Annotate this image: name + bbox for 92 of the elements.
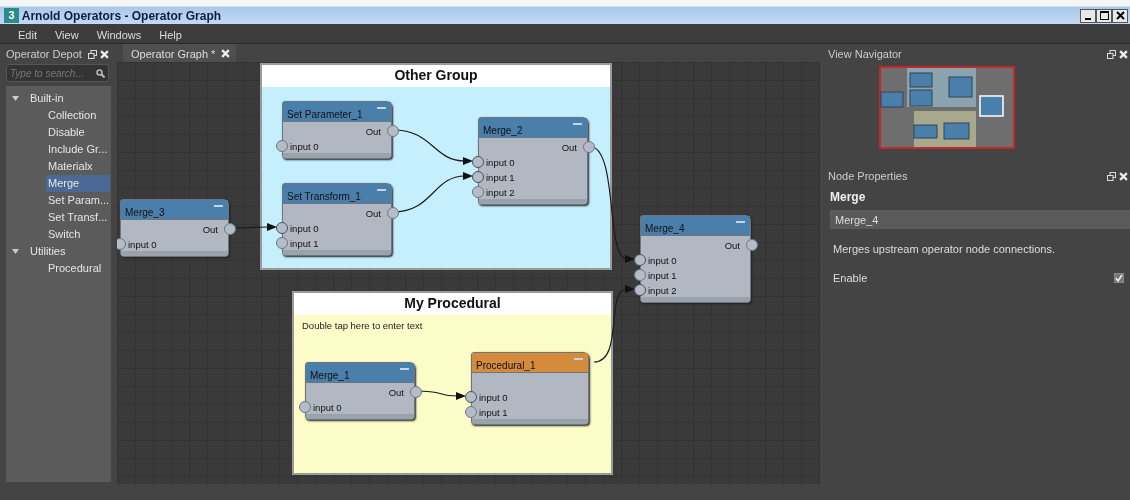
maximize-button[interactable] (1096, 8, 1112, 23)
close-icon[interactable] (100, 50, 109, 59)
float-icon[interactable] (1107, 50, 1117, 59)
close-icon[interactable] (221, 49, 231, 58)
navigator-drawing[interactable] (879, 66, 1015, 150)
panel-title: Node Properties (828, 169, 908, 185)
node-title: Set Transform_1 (287, 191, 361, 202)
output-label: Out (365, 207, 381, 221)
minimize-icon (1085, 17, 1091, 20)
menu-item[interactable]: Windows (88, 24, 152, 43)
tree-item[interactable]: Merge (46, 175, 110, 192)
window-title: Arnold Operators - Operator Graph (21, 7, 222, 25)
node-title: Merge_4 (645, 223, 685, 234)
tree-item[interactable]: Materialx (46, 158, 110, 175)
input-label: input 0 (648, 254, 677, 268)
tree-item[interactable]: Set Param... (46, 192, 110, 209)
graph-tab[interactable]: Operator Graph * (123, 44, 237, 62)
tree-item[interactable]: Procedural (46, 260, 110, 277)
input-label: input 0 (486, 156, 515, 170)
input-label: input 2 (486, 186, 515, 200)
output-label: Out (202, 223, 218, 237)
graph-node[interactable]: Merge_2 Out input 0 input 1 input 2 (478, 117, 588, 205)
node-title: Merge_3 (125, 207, 165, 218)
resize-grip[interactable] (641, 297, 750, 302)
app-icon: 3 (4, 8, 19, 23)
node-title: Set Parameter_1 (287, 109, 363, 120)
float-icon[interactable] (1107, 172, 1117, 181)
resize-grip[interactable] (472, 419, 588, 424)
close-icon (1115, 11, 1125, 20)
input-port[interactable] (634, 269, 646, 281)
input-label: input 0 (313, 401, 342, 415)
output-label: Out (724, 239, 740, 253)
tree-item[interactable]: Utilities (28, 243, 68, 260)
graph-node[interactable]: Procedural_1 input 0 input 1 (471, 352, 589, 425)
node-title: Merge_1 (310, 370, 350, 381)
input-label: input 1 (290, 237, 319, 251)
resize-grip[interactable] (479, 199, 587, 204)
group-note[interactable]: Double tap here to enter text (294, 315, 431, 338)
output-label: Out (365, 125, 381, 139)
tree-item[interactable]: Set Transf... (46, 209, 110, 226)
input-label: input 2 (648, 284, 677, 298)
resize-grip[interactable] (283, 250, 391, 255)
group-title[interactable]: My Procedural (294, 293, 611, 315)
input-port[interactable] (634, 284, 646, 296)
close-icon[interactable] (1119, 172, 1128, 181)
graph-node[interactable]: Merge_3 Out input 0 (120, 199, 229, 257)
minimize-button[interactable] (1080, 8, 1096, 23)
input-port[interactable] (634, 254, 646, 266)
input-port[interactable] (117, 238, 126, 250)
name-field[interactable]: Merge_4 (830, 210, 1130, 229)
graph-node[interactable]: Merge_1 Out input 0 (305, 362, 415, 420)
graph-node[interactable]: Set Parameter_1 Out input 0 (282, 101, 392, 159)
param-label: Enable (833, 270, 868, 286)
graph-node[interactable]: Set Transform_1 Out input 0 input 1 (282, 183, 392, 256)
description-text: Merges upstream operator node connections. (833, 243, 1055, 255)
node-title: Merge_2 (483, 125, 523, 136)
graph-node[interactable]: Merge_4 Out input 0 input 1 input 2 (640, 215, 751, 303)
resize-grip[interactable] (121, 251, 228, 256)
panel-title: Operator Depot (6, 47, 82, 63)
node-title: Procedural_1 (476, 360, 536, 371)
maximize-icon (1099, 11, 1109, 20)
search-icon[interactable] (96, 68, 106, 78)
close-button[interactable] (1112, 8, 1128, 23)
input-label: input 0 (290, 222, 319, 236)
input-label: input 0 (479, 391, 508, 405)
search-field[interactable]: Type to search... (6, 64, 109, 82)
caret-icon[interactable] (12, 95, 19, 102)
input-label: input 0 (290, 140, 319, 154)
panel-title: View Navigator (828, 47, 902, 63)
check-icon (1115, 273, 1123, 282)
menu-item[interactable]: View (46, 24, 89, 43)
tree-item[interactable]: Collection (46, 107, 110, 124)
resize-grip[interactable] (283, 153, 391, 158)
close-icon[interactable] (1119, 50, 1128, 59)
input-label: input 0 (128, 238, 157, 252)
float-icon[interactable] (88, 50, 98, 59)
caret-icon[interactable] (12, 248, 19, 255)
tree-item[interactable]: Switch (46, 226, 110, 243)
node-type: Merge (829, 189, 867, 206)
enable-checkbox[interactable] (1114, 272, 1124, 283)
input-label: input 1 (648, 269, 677, 283)
tree-item[interactable]: Disable (46, 124, 110, 141)
tree-item[interactable]: Built-in (28, 90, 66, 107)
resize-grip[interactable] (306, 414, 414, 419)
input-label: input 1 (486, 171, 515, 185)
input-label: input 1 (479, 406, 508, 420)
output-label: Out (388, 386, 404, 400)
menu-item[interactable]: Help (151, 24, 192, 43)
output-label: Out (561, 141, 577, 155)
menu-item[interactable]: Edit (10, 24, 47, 43)
group-title[interactable]: Other Group (262, 65, 610, 87)
tree-item[interactable]: Include Gr... (46, 141, 110, 158)
